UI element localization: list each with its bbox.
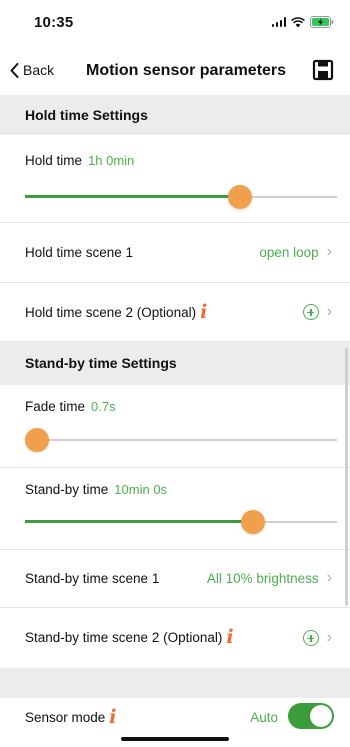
toggle-knob bbox=[310, 705, 332, 727]
slider-fill bbox=[25, 520, 253, 523]
hold-time-scene-2-label-group: Hold time scene 2 (Optional) i bbox=[25, 303, 207, 322]
hold-time-row: Hold time 1h 0min bbox=[0, 143, 350, 223]
hold-time-label: Hold time 1h 0min bbox=[25, 153, 134, 168]
standby-time-slider[interactable] bbox=[25, 510, 337, 534]
slider-track bbox=[25, 439, 337, 441]
standby-time-scene-2-label-group: Stand-by time scene 2 (Optional) i bbox=[25, 628, 234, 647]
back-button[interactable]: Back bbox=[10, 62, 54, 78]
fade-time-slider[interactable] bbox=[25, 428, 337, 452]
standby-time-label: Stand-by time 10min 0s bbox=[25, 482, 167, 497]
add-circle-icon[interactable] bbox=[302, 304, 319, 320]
chevron-right-icon: › bbox=[326, 569, 332, 586]
standby-time-scene-2-label: Stand-by time scene 2 (Optional) bbox=[25, 630, 223, 645]
standby-time-scene-1-right: All 10% brightness › bbox=[207, 570, 332, 586]
standby-time-scene-1-value: All 10% brightness bbox=[206, 570, 319, 586]
standby-time-section-header: Stand-by time Settings bbox=[0, 341, 350, 385]
hold-time-section-header: Hold time Settings bbox=[0, 95, 350, 135]
status-time: 10:35 bbox=[34, 14, 74, 31]
page-title: Motion sensor parameters bbox=[86, 62, 287, 79]
info-icon[interactable]: i bbox=[109, 708, 116, 727]
slider-thumb[interactable] bbox=[240, 510, 265, 534]
hold-time-scene-1-right: open loop › bbox=[259, 244, 332, 260]
wifi-icon bbox=[291, 16, 305, 28]
hold-time-scene-1-value: open loop bbox=[259, 244, 319, 260]
info-icon[interactable]: i bbox=[200, 303, 207, 322]
slider-thumb[interactable] bbox=[25, 428, 49, 452]
chevron-right-icon: › bbox=[326, 243, 332, 260]
standby-time-scene-2-right: › bbox=[302, 629, 332, 646]
status-bar: 10:35 bbox=[0, 0, 350, 44]
floppy-disk-icon bbox=[312, 59, 334, 81]
hold-time-scene-2-right: › bbox=[302, 303, 332, 320]
standby-time-scene-1-row[interactable]: Stand-by time scene 1 All 10% brightness… bbox=[0, 550, 350, 608]
standby-time-scene-2-row[interactable]: Stand-by time scene 2 (Optional) i › bbox=[0, 608, 350, 668]
add-circle-icon[interactable] bbox=[302, 630, 319, 646]
back-label: Back bbox=[23, 62, 55, 78]
sensor-mode-label: Sensor mode bbox=[25, 710, 106, 725]
sensor-mode-label-group: Sensor mode i bbox=[25, 708, 117, 727]
fade-time-value: 0.7s bbox=[91, 399, 116, 414]
chevron-right-icon: › bbox=[326, 629, 332, 646]
save-button[interactable] bbox=[312, 59, 334, 81]
fade-time-label-text: Fade time bbox=[25, 399, 86, 414]
hold-time-slider[interactable] bbox=[25, 185, 337, 209]
cellular-signal-icon bbox=[271, 17, 286, 27]
fade-time-label: Fade time 0.7s bbox=[25, 399, 116, 414]
home-indicator[interactable] bbox=[121, 737, 229, 741]
hold-time-value: 1h 0min bbox=[88, 153, 135, 168]
chevron-right-icon: › bbox=[326, 303, 332, 320]
standby-time-value: 10min 0s bbox=[114, 482, 168, 497]
info-icon[interactable]: i bbox=[226, 628, 233, 647]
hold-time-scene-1-row[interactable]: Hold time scene 1 open loop › bbox=[0, 223, 350, 283]
standby-time-scene-1-label: Stand-by time scene 1 bbox=[25, 571, 160, 586]
standby-time-row: Stand-by time 10min 0s bbox=[0, 468, 350, 550]
slider-fill bbox=[25, 195, 241, 198]
scroll-indicator[interactable] bbox=[345, 348, 348, 606]
sensor-mode-toggle[interactable] bbox=[288, 703, 334, 729]
sensor-mode-value: Auto bbox=[250, 710, 278, 725]
hold-time-scene-2-row[interactable]: Hold time scene 2 (Optional) i › bbox=[0, 283, 350, 341]
slider-thumb[interactable] bbox=[228, 185, 253, 209]
chevron-left-icon bbox=[10, 62, 19, 78]
standby-time-label-text: Stand-by time bbox=[25, 482, 109, 497]
fade-time-row: Fade time 0.7s bbox=[0, 385, 350, 468]
section-spacer bbox=[0, 668, 350, 698]
hold-time-scene-1-label: Hold time scene 1 bbox=[25, 245, 134, 260]
hold-time-label-text: Hold time bbox=[25, 153, 83, 168]
status-icons bbox=[271, 16, 335, 28]
battery-charging-icon bbox=[310, 16, 334, 28]
navigation-bar: Back Motion sensor parameters bbox=[0, 50, 350, 94]
hold-time-scene-2-label: Hold time scene 2 (Optional) bbox=[25, 305, 197, 320]
